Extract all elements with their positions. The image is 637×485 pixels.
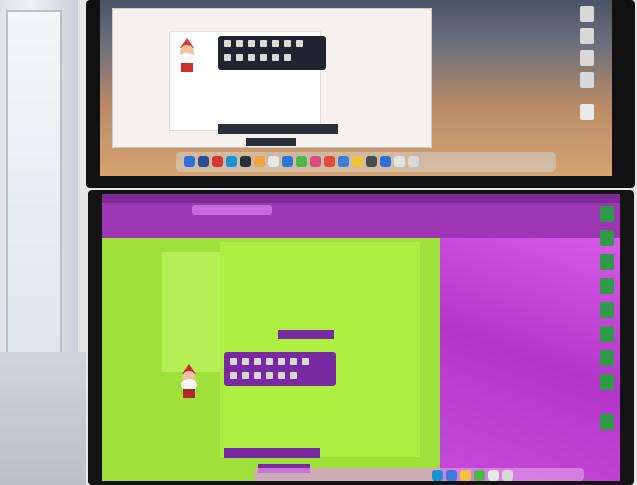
toolbar-glyph	[302, 358, 309, 365]
toolbar-glyph	[224, 54, 231, 61]
dock-app-icon	[268, 156, 279, 167]
toolbar-glyph	[278, 358, 285, 365]
top-monitor-screen	[100, 0, 612, 176]
menu-bar	[102, 194, 620, 203]
dock-app-icon	[296, 156, 307, 167]
toolbar-glyph	[254, 372, 261, 379]
desktop-wallpaper	[440, 238, 620, 481]
button-row	[224, 448, 320, 458]
desktop-icon	[600, 350, 614, 366]
toolbar-glyph	[236, 40, 243, 47]
gnome-icon	[181, 364, 197, 398]
toolbar-glyph	[260, 54, 267, 61]
bottom-monitor-screen	[102, 194, 620, 481]
toolbar-glyph	[224, 40, 231, 47]
chrome-icon	[446, 470, 457, 481]
dock-app-icon	[352, 156, 363, 167]
toolbar-glyph	[242, 372, 249, 379]
dock-app-icon	[254, 156, 265, 167]
window-glass	[6, 10, 62, 354]
dock-app-icon	[324, 156, 335, 167]
dock-app-icon	[240, 156, 251, 167]
desktop-icon	[600, 326, 614, 342]
desktop-icon	[580, 28, 594, 44]
toolbar-glyph	[254, 358, 261, 365]
desktop-icon	[580, 50, 594, 66]
sidebar-panel	[162, 252, 220, 372]
toolbar-glyph	[284, 54, 291, 61]
dock-app-icon	[474, 470, 485, 481]
gnome-icon	[179, 38, 195, 72]
desktop-icon	[600, 230, 614, 246]
toolbar-glyph	[260, 40, 267, 47]
desktop-icon	[580, 72, 594, 88]
toolbar-glyph	[296, 40, 303, 47]
toolbar-glyph	[248, 40, 255, 47]
icon-toolbar	[278, 330, 334, 339]
trash-icon	[502, 470, 513, 481]
toolbar-glyph	[236, 54, 243, 61]
toolbar-glyph	[272, 40, 279, 47]
dock-app-icon	[460, 470, 471, 481]
desktop-icon	[580, 104, 594, 120]
toolbar-glyph	[230, 358, 237, 365]
desktop-icon	[600, 302, 614, 318]
toolbar-glyph	[278, 372, 285, 379]
toolbar-glyph	[290, 372, 297, 379]
dock	[254, 468, 584, 481]
desktop-icon	[600, 206, 614, 222]
safari-icon	[432, 470, 443, 481]
desktop-icon	[600, 254, 614, 270]
toolbar-glyph	[266, 372, 273, 379]
toolbar-glyph	[230, 372, 237, 379]
toolbar-glyph	[248, 54, 255, 61]
dock-app-icon	[366, 156, 377, 167]
dock-app-icon	[380, 156, 391, 167]
dock-app-icon	[488, 470, 499, 481]
window-sill	[0, 352, 86, 485]
desktop-icon	[600, 374, 614, 390]
browser-toolbar	[102, 203, 620, 239]
toolbar-glyph	[284, 40, 291, 47]
folder-icon	[394, 156, 405, 167]
dock-app-icon	[282, 156, 293, 167]
safari-icon	[226, 156, 237, 167]
document-page	[220, 242, 420, 457]
dock-app-icon	[310, 156, 321, 167]
finder-icon	[184, 156, 195, 167]
desktop-icon	[580, 6, 594, 22]
button-row	[246, 138, 296, 146]
trash-icon	[408, 156, 419, 167]
dock-app-icon	[212, 156, 223, 167]
toolbar-glyph	[290, 358, 297, 365]
button-row	[218, 124, 338, 134]
toolbar-glyph	[272, 54, 279, 61]
browser-tab	[192, 205, 272, 215]
chrome-icon	[338, 156, 349, 167]
toolbar-glyph	[266, 358, 273, 365]
desktop-icon	[600, 278, 614, 294]
toolbar-glyph	[242, 358, 249, 365]
dock-app-icon	[198, 156, 209, 167]
desktop-icon	[600, 414, 614, 430]
